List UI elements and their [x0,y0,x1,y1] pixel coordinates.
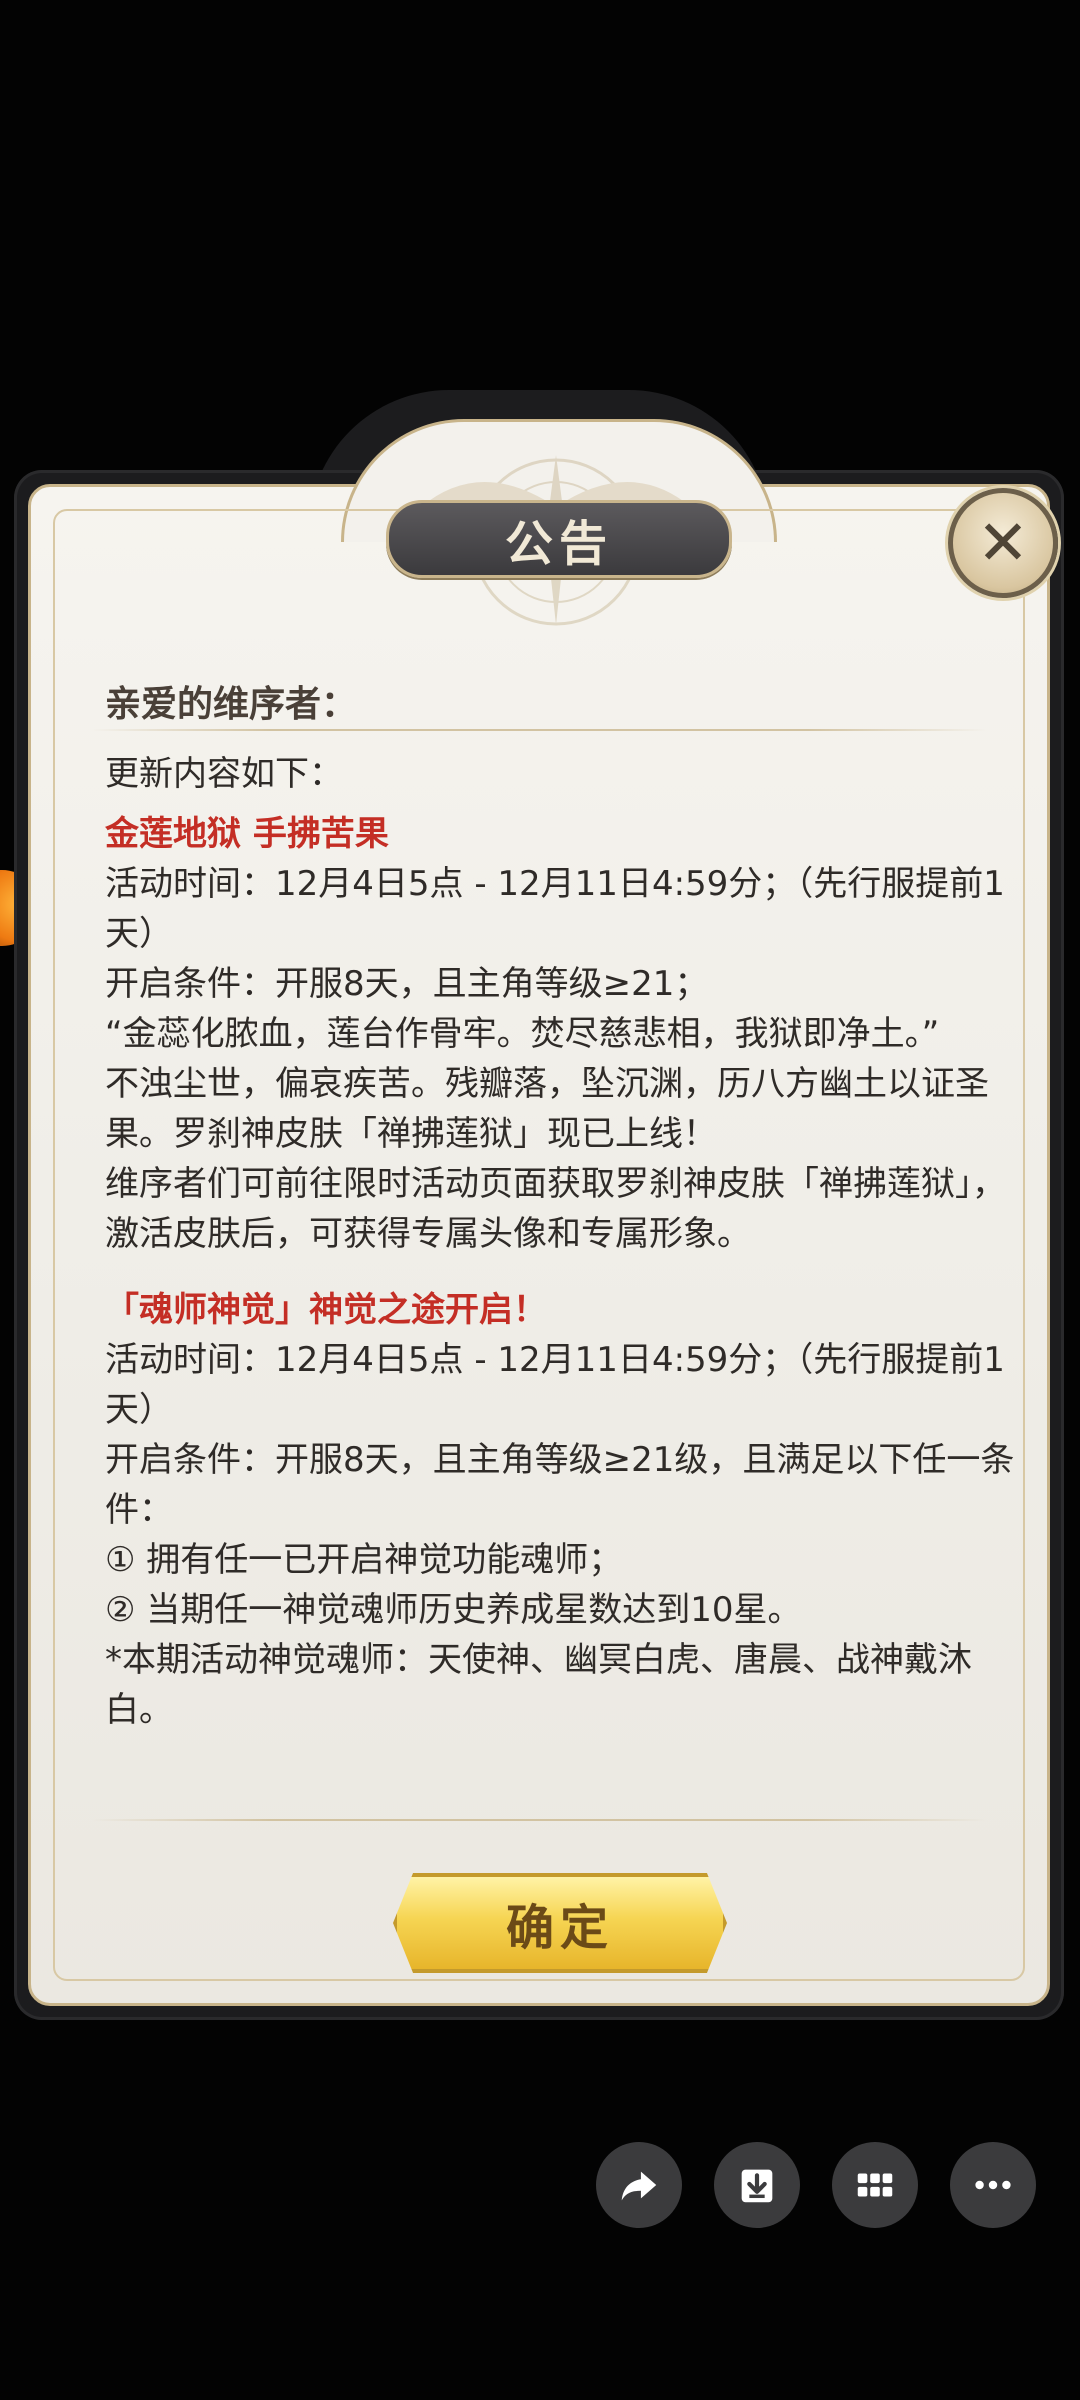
section-line: 活动时间：12月4日5点 - 12月11日4:59分；（先行服提前1天） [105,864,1005,954]
section-line: “金蕊化脓血，莲台作骨牢。焚尽慈悲相，我狱即净土。” [105,1014,940,1054]
dialog-title-banner: 公告 [386,500,732,578]
section-line: ② 当期任一神觉魂师历史养成星数达到10星。 [105,1590,802,1630]
section-line: 开启条件：开服8天，且主角等级≥21； [105,964,709,1004]
dialog-title: 公告 [504,516,613,572]
section-heading: 金莲地狱 手拂苦果 [105,814,389,854]
section-line: 不浊尘世，偏哀疾苦。残瓣落，坠沉渊，历八方幽土以证圣果。罗刹神皮肤「禅拂莲狱」现… [105,1064,989,1154]
announcement-dialog: 公告 亲爱的维序者： 更新内容如下： 金莲地狱 手拂苦果 活动时间：12月4日5… [14,390,1064,2020]
section-line: 开启条件：开服8天，且主角等级≥21级，且满足以下任一条件： [105,1440,1015,1530]
section-heading: 「魂师神觉」神觉之途开启！ [105,1290,547,1330]
apps-button[interactable] [832,2142,918,2228]
announcement-content: 更新内容如下： 金莲地狱 手拂苦果 活动时间：12月4日5点 - 12月11日4… [105,749,1025,1735]
section-line: 维序者们可前往限时活动页面获取罗刹神皮肤「禅拂莲狱」，激活皮肤后，可获得专属头像… [105,1164,1006,1254]
download-button[interactable] [714,2142,800,2228]
section-line: 活动时间：12月4日5点 - 12月11日4:59分；（先行服提前1天） [105,1340,1005,1430]
section-line: ① 拥有任一已开启神觉功能魂师； [105,1540,623,1580]
confirm-label: 确定 [505,1900,614,1956]
divider-bottom [91,1819,987,1821]
more-icon [975,2180,1011,2190]
download-icon [741,2169,773,2203]
apps-grid-icon [857,2173,893,2197]
share-button[interactable] [596,2142,682,2228]
section-line: *本期活动神觉魂师：天使神、幽冥白虎、唐晨、战神戴沐白。 [105,1640,972,1730]
confirm-button[interactable]: 确定 [393,1873,727,1973]
intro-text: 更新内容如下： [105,754,343,794]
floating-action-bar [596,2142,1036,2228]
dialog-panel: 公告 亲爱的维序者： 更新内容如下： 金莲地狱 手拂苦果 活动时间：12月4日5… [28,419,1050,2006]
close-button[interactable]: ✕ [948,488,1058,598]
divider-top [91,729,987,731]
greeting-text: 亲爱的维序者： [105,683,358,725]
share-icon [621,2171,657,2201]
screen: 公告 亲爱的维序者： 更新内容如下： 金莲地狱 手拂苦果 活动时间：12月4日5… [0,0,1080,2400]
more-button[interactable] [950,2142,1036,2228]
close-icon: ✕ [977,506,1029,579]
